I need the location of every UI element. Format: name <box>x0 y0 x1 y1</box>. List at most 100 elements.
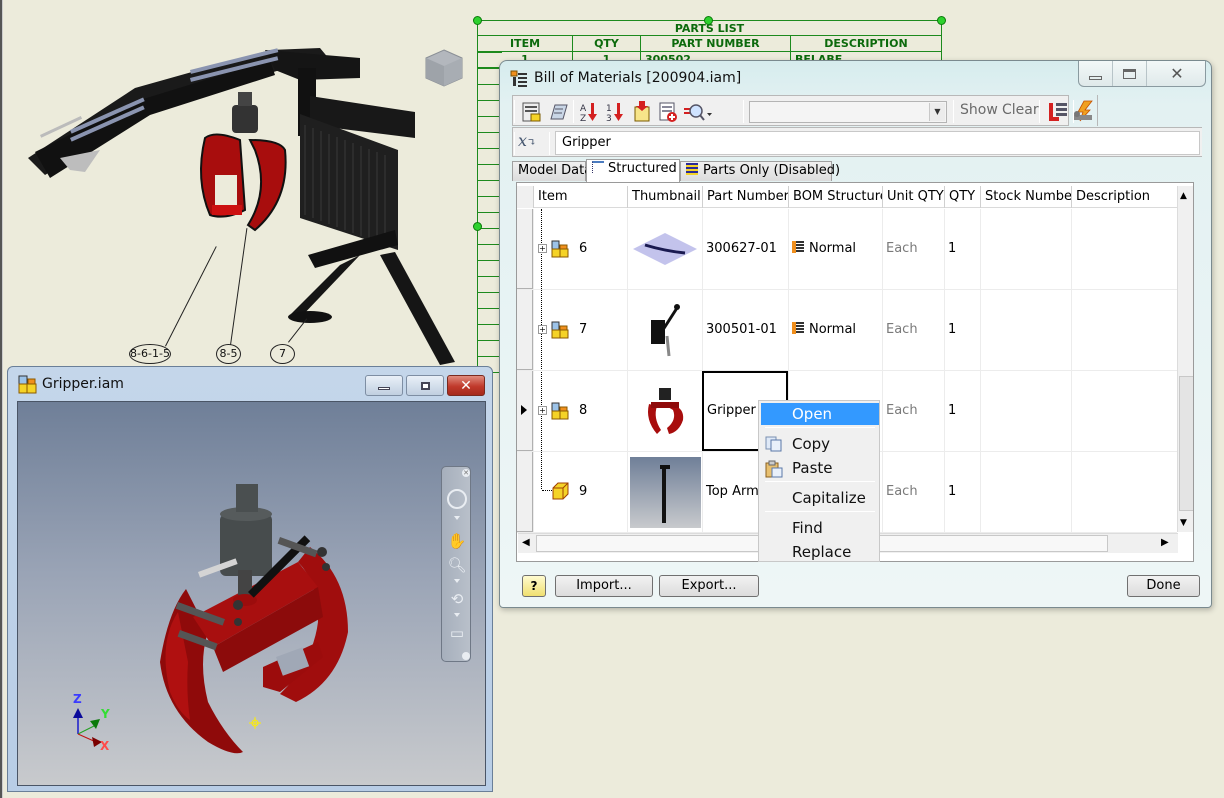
cell-item[interactable]: +8 <box>533 371 627 451</box>
column-header-qty[interactable]: QTY <box>944 186 980 208</box>
row-selector[interactable] <box>517 452 533 532</box>
cell-thumbnail[interactable] <box>627 452 702 532</box>
tab-structured[interactable]: Structured <box>586 159 680 182</box>
cell-item[interactable]: +6 <box>533 209 627 289</box>
dropdown-arrow-icon[interactable] <box>454 516 460 520</box>
cell-thumbnail[interactable] <box>627 209 702 289</box>
parts-list-grip-handle[interactable] <box>473 222 482 231</box>
edit-icon[interactable] <box>547 101 569 123</box>
nav-bar-close-icon[interactable]: ✕ <box>462 469 470 477</box>
navigation-bar[interactable]: ✕ ✋ 🔍︎ ⟲ ▭ <box>441 466 471 662</box>
vertical-scroll-thumb[interactable] <box>1179 376 1193 511</box>
column-header-unit-qty[interactable]: Unit QTY <box>882 186 944 208</box>
zoom-icon[interactable]: 🔍︎ <box>447 555 467 575</box>
row-selector[interactable] <box>517 290 533 370</box>
clear-button[interactable]: Clear <box>1002 102 1039 118</box>
tab-parts-only[interactable]: Parts Only (Disabled) <box>680 161 840 181</box>
close-button[interactable]: ✕ <box>447 375 485 396</box>
scroll-down-icon[interactable]: ▼ <box>1180 518 1187 528</box>
parts-list-grip-handle[interactable] <box>937 16 946 25</box>
cell-thumbnail[interactable] <box>627 290 702 370</box>
menu-item-capitalize[interactable]: Capitalize <box>761 487 879 509</box>
expand-icon[interactable]: + <box>538 406 547 415</box>
cell-item[interactable]: +7 <box>533 290 627 370</box>
column-header-thumbnail[interactable]: Thumbnail <box>627 186 702 208</box>
cell-description[interactable] <box>1071 290 1177 370</box>
pan-icon[interactable]: ✋ <box>447 531 467 551</box>
cell-qty[interactable]: 1 <box>944 452 980 532</box>
help-button[interactable]: ? <box>522 575 546 597</box>
cell-qty[interactable]: 1 <box>944 371 980 451</box>
show-button[interactable]: Show <box>960 102 998 118</box>
3d-viewport[interactable]: Z Y X <box>17 401 486 786</box>
dropdown-arrow-icon[interactable] <box>454 613 460 617</box>
steering-wheel-icon[interactable] <box>447 489 467 509</box>
chevron-down-icon[interactable]: ▼ <box>929 103 945 121</box>
restore-button[interactable] <box>406 375 444 396</box>
cell-qty[interactable]: 1 <box>944 290 980 370</box>
expand-icon[interactable]: + <box>538 325 547 334</box>
crane-assembly-view[interactable] <box>0 0 480 370</box>
menu-item-paste[interactable]: Paste <box>761 457 879 479</box>
find-icon[interactable] <box>683 101 713 123</box>
cell-description[interactable] <box>1071 209 1177 289</box>
gripper-titlebar[interactable]: Gripper.iam ✕ <box>8 367 492 397</box>
cell-description[interactable] <box>1071 452 1177 532</box>
look-at-icon[interactable]: ▭ <box>447 623 467 643</box>
cell-qty[interactable]: 1 <box>944 209 980 289</box>
balloon-7[interactable]: 7 <box>270 344 295 364</box>
export-bom-icon[interactable] <box>1047 101 1069 123</box>
nav-bar-options-icon[interactable] <box>462 652 470 660</box>
column-header-part-number[interactable]: Part Number <box>702 186 788 208</box>
filter-dropdown[interactable]: ▼ <box>749 101 947 123</box>
maximize-button[interactable] <box>1113 61 1147 86</box>
parts-list-grip-handle[interactable] <box>704 16 713 25</box>
cell-description[interactable] <box>1071 371 1177 451</box>
cell-thumbnail[interactable] <box>627 371 702 451</box>
balloon-8-5[interactable]: 8-5 <box>216 344 241 364</box>
column-header-stock-number[interactable]: Stock Number <box>980 186 1071 208</box>
menu-item-replace[interactable]: Replace <box>761 541 879 563</box>
cell-bom-structure[interactable]: Normal <box>788 209 882 289</box>
cell-part-number[interactable]: 300627-01 <box>702 209 788 289</box>
export-button[interactable]: Export... <box>659 575 759 597</box>
renumber-items-icon[interactable] <box>631 101 653 123</box>
gripper-model-window[interactable]: Gripper.iam ✕ Z Y X <box>7 366 493 792</box>
formula-icon[interactable]: x↴ <box>518 131 544 155</box>
cell-stock-number[interactable] <box>980 290 1071 370</box>
sort-az-icon[interactable]: AZ <box>579 101 601 123</box>
add-custom-item-icon[interactable] <box>657 101 679 123</box>
update-mass-properties-icon[interactable] <box>1072 100 1094 122</box>
parts-list-grip-handle[interactable] <box>473 16 482 25</box>
cell-unit-qty[interactable]: Each <box>882 209 944 289</box>
table-row[interactable]: +7 300501-01 Normal Each 1 <box>517 290 1177 371</box>
viewcube[interactable] <box>424 48 464 88</box>
minimize-button[interactable] <box>1079 61 1113 86</box>
column-header-item[interactable]: Item <box>533 186 627 208</box>
cell-item[interactable]: 9 <box>533 452 627 532</box>
menu-item-copy[interactable]: Copy <box>761 433 879 455</box>
cell-bom-structure[interactable]: Normal <box>788 290 882 370</box>
orbit-icon[interactable]: ⟲ <box>447 589 467 609</box>
column-header-description[interactable]: Description <box>1071 186 1177 208</box>
close-button[interactable]: ✕ <box>1147 61 1207 86</box>
scroll-left-icon[interactable]: ◀ <box>522 537 530 548</box>
row-selector[interactable] <box>517 371 533 451</box>
view-options-icon[interactable] <box>521 101 543 123</box>
vertical-scrollbar[interactable]: ▲ ▼ <box>1177 186 1193 532</box>
import-button[interactable]: Import... <box>555 575 653 597</box>
row-selector[interactable] <box>517 209 533 289</box>
cell-unit-qty[interactable]: Each <box>882 371 944 451</box>
dropdown-arrow-icon[interactable] <box>454 579 460 583</box>
cell-unit-qty[interactable]: Each <box>882 452 944 532</box>
scroll-up-icon[interactable]: ▲ <box>1180 191 1187 201</box>
cell-stock-number[interactable] <box>980 209 1071 289</box>
sort-numeric-icon[interactable]: 13 <box>605 101 627 123</box>
done-button[interactable]: Done <box>1127 575 1200 597</box>
minimize-button[interactable] <box>365 375 403 396</box>
column-header-bom-structure[interactable]: BOM Structure <box>788 186 882 208</box>
scroll-right-icon[interactable]: ▶ <box>1161 537 1169 548</box>
expand-icon[interactable]: + <box>538 244 547 253</box>
menu-item-open[interactable]: Open <box>761 403 879 425</box>
cell-stock-number[interactable] <box>980 452 1071 532</box>
